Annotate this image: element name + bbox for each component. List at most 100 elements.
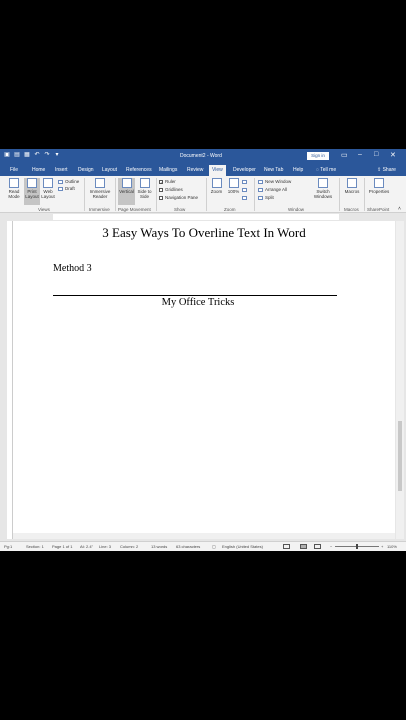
vertical-scrollbar[interactable] [396,221,404,539]
ribbon: Read Mode Print Layout Web Layout Outlin… [0,176,406,213]
print-icon[interactable]: ▦ [24,152,30,158]
zoom-button[interactable]: Zoom [209,178,224,194]
horizontal-scrollbar[interactable] [13,533,395,539]
split-icon [258,195,263,200]
sign-in-button[interactable]: Sign in [307,152,329,160]
web-layout-view-icon[interactable] [314,544,321,549]
web-layout-icon [43,178,53,188]
ribbon-tabs: File Home Insert Design Layout Reference… [0,164,406,176]
word-window: ▣ ▤ ▦ ↶ ↷ ▾ Document2 - Word Sign in ▭ –… [0,149,406,551]
tab-references[interactable]: References [126,167,152,173]
tab-layout[interactable]: Layout [102,167,117,173]
ribbon-display-icon[interactable]: ▭ [341,151,348,159]
tab-view[interactable]: View [209,165,226,176]
macros-icon [347,178,357,188]
zoom-in-icon[interactable]: + [381,544,383,549]
immersive-reader-button[interactable]: Immersive Reader [87,178,113,199]
vertical-button[interactable]: Vertical [118,178,135,205]
zoom-slider[interactable] [335,544,379,549]
outline-button[interactable]: Outline [58,179,79,184]
navigation-pane-checkbox[interactable]: Navigation Pane [159,195,198,200]
method-text[interactable]: Method 3 [53,263,92,274]
immersive-group-label: Immersive [89,207,110,212]
group-divider [206,178,207,211]
zoom-slider-knob[interactable] [356,544,358,549]
one-page-button[interactable] [242,180,249,184]
side-to-side-button[interactable]: Side to Side [136,178,153,199]
status-line[interactable]: Line: 3 [99,544,111,549]
views-group-label: Views [38,207,50,212]
properties-icon [374,178,384,188]
outline-icon [58,179,63,184]
print-layout-button[interactable]: Print Layout [24,178,40,205]
tab-design[interactable]: Design [78,167,94,173]
group-divider [254,178,255,211]
new-window-button[interactable]: New Window [258,179,291,184]
multiple-pages-button[interactable] [242,188,249,192]
save-icon[interactable]: ▤ [14,152,20,158]
status-characters[interactable]: 63 characters [176,544,200,549]
switch-windows-button[interactable]: Switch Windows [310,178,336,199]
page-width-button[interactable] [242,196,249,200]
minimize-icon[interactable]: – [358,151,362,158]
close-icon[interactable]: ✕ [390,151,396,159]
customize-qat-icon[interactable]: ▾ [54,152,60,158]
scrollbar-thumb[interactable] [398,421,402,491]
read-mode-button[interactable]: Read Mode [4,178,24,199]
status-column[interactable]: Column: 2 [120,544,138,549]
quick-access-toolbar: ▣ ▤ ▦ ↶ ↷ ▾ [4,152,60,158]
focus-mode-icon[interactable] [283,544,290,549]
gridlines-checkbox[interactable]: Gridlines [159,187,183,192]
status-at[interactable]: At: 2.4" [80,544,93,549]
status-zoom-level[interactable]: 110% [387,544,397,549]
macros-button[interactable]: Macros [342,178,362,194]
tab-developer[interactable]: Developer [233,167,256,173]
draft-button[interactable]: Draft [58,186,75,191]
document-heading[interactable]: 3 Easy Ways To Overline Text In Word [13,225,395,241]
web-layout-button[interactable]: Web Layout [40,178,56,199]
tell-me-search[interactable]: ◌ Tell me [316,167,336,173]
document-page[interactable]: 3 Easy Ways To Overline Text In Word Met… [13,221,395,539]
tab-insert[interactable]: Insert [55,167,68,173]
ruler-checkbox[interactable]: ✓ Ruler [159,179,176,184]
side-to-side-icon [139,178,150,188]
arrange-all-icon [258,187,263,192]
sharepoint-group-label: SharePoint [367,207,390,212]
print-layout-view-icon[interactable] [300,544,307,549]
overlined-text[interactable]: My Office Tricks [53,297,343,308]
zoom-100-button[interactable]: 100% [226,178,241,194]
tab-mailings[interactable]: Mailings [159,167,177,173]
tab-file[interactable]: File [10,167,18,173]
switch-windows-icon [318,178,328,188]
status-bar: Pg:1 Section: 1 Page 1 of 1 At: 2.4" Lin… [0,541,406,551]
status-section[interactable]: Section: 1 [26,544,44,549]
tab-new-tab[interactable]: New Tab [264,167,283,173]
status-language[interactable]: English (United States) [222,544,263,549]
status-words[interactable]: 13 words [151,544,167,549]
split-button[interactable]: Split [258,195,274,200]
magnifier-icon [211,178,222,188]
zoom-out-icon[interactable]: − [330,544,332,549]
checkmark-icon: ✓ [159,179,164,185]
zoom-group-label: Zoom [224,207,236,212]
group-divider [115,178,116,211]
status-page[interactable]: Page 1 of 1 [52,544,72,549]
status-page-number[interactable]: Pg:1 [4,544,12,549]
tab-review[interactable]: Review [187,167,203,173]
collapse-ribbon-icon[interactable]: ˄ [398,206,401,212]
tab-home[interactable]: Home [32,167,45,173]
overline-rule [53,295,337,296]
group-divider [364,178,365,211]
undo-icon[interactable]: ↶ [34,152,40,158]
tab-help[interactable]: Help [293,167,303,173]
proofing-icon[interactable]: ▢ [212,544,216,549]
properties-button[interactable]: Properties [366,178,392,194]
maximize-icon[interactable]: □ [374,151,378,158]
horizontal-ruler[interactable] [0,213,406,221]
arrange-all-button[interactable]: Arrange All [258,187,287,192]
share-button[interactable]: ⇪ Share [377,167,396,173]
autosave-icon[interactable]: ▣ [4,152,10,158]
vertical-icon [121,178,132,188]
page-movement-group-label: Page Movement [118,207,151,212]
redo-icon[interactable]: ↷ [44,152,50,158]
